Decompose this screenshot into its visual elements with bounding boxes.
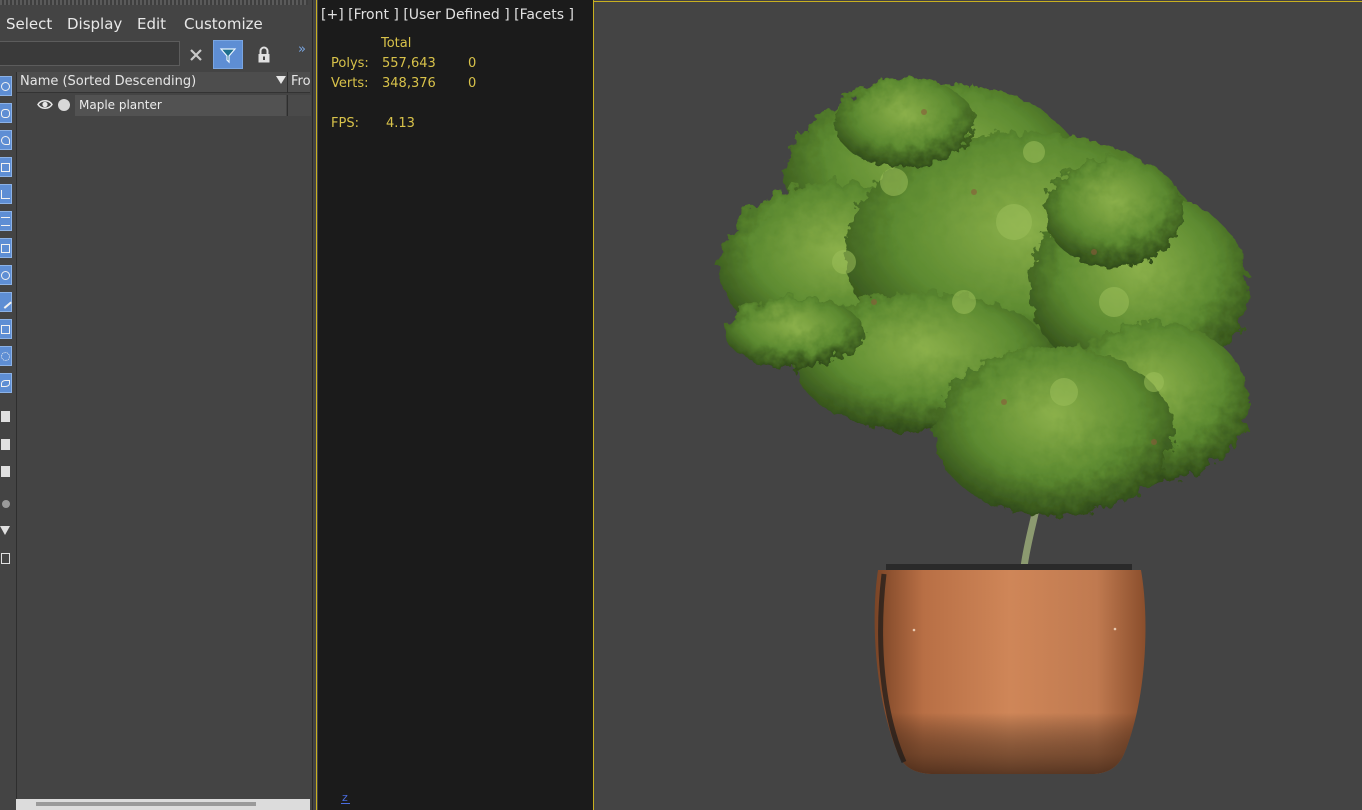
viewport-label-menu[interactable]: [+] [Front ] [User Defined ] [Facets ] [321,7,574,23]
filter-icon [0,525,10,535]
bone-filter-button[interactable] [0,292,12,312]
xref-icon [1,270,10,280]
eye-icon[interactable] [37,98,53,111]
display-all-icon [1,410,10,422]
stats-polys-selected: 0 [468,56,477,71]
column-header-frozen[interactable]: Fro: [291,74,310,89]
list-header: Name (Sorted Descending) Fro: [17,72,310,93]
filter-toggle-button[interactable] [213,40,243,69]
maple-planter-model[interactable] [594,2,1362,810]
scene-list: Name (Sorted Descending) Fro: Maple plan… [16,72,311,800]
hidden-icon [1,379,10,387]
frozen-icon [1,351,10,361]
panel-grip[interactable] [0,0,308,5]
xref-filter-button[interactable] [0,265,12,285]
scene-explorer: Select Display Edit Customize » Name (So… [0,0,313,810]
bone-icon [0,295,12,309]
stats-verts-total: 348,376 [382,76,436,91]
lock-icon [258,46,270,62]
filter-toolbar [0,72,14,592]
stats-polys-label: Polys: [331,56,369,71]
expand-toolbar-button[interactable]: » [292,35,312,64]
helper-icon [1,189,10,199]
frozen-cell[interactable] [287,95,311,116]
stats-panel [318,0,594,810]
column-divider[interactable] [287,72,288,93]
invert-display-icon [1,465,10,477]
spacewarp-icon [1,216,10,226]
renderable-toggle-icon[interactable] [58,99,70,111]
explorer-menubar: Select Display Edit Customize [0,12,312,38]
light-icon [1,135,10,145]
axis-tripod-icon [341,803,350,804]
camera-filter-button[interactable] [0,157,12,177]
group-filter-button[interactable] [0,238,12,258]
container-icon [1,324,10,334]
stats-fps-label: FPS: [331,116,359,131]
search-input[interactable] [0,41,180,66]
shape-filter-button[interactable] [0,103,12,123]
stats-polys-total: 557,643 [382,56,436,71]
scrollbar-thumb[interactable] [36,802,256,806]
menu-customize[interactable]: Customize [184,15,263,33]
menu-display[interactable]: Display [67,15,122,33]
group-icon [1,243,10,253]
stats-verts-selected: 0 [468,76,477,91]
hidden-filter-button[interactable] [0,373,12,393]
menu-edit[interactable]: Edit [137,15,166,33]
menu-select[interactable]: Select [6,15,52,33]
filter-icon [219,47,237,63]
horizontal-scrollbar[interactable] [16,799,310,810]
frozen-filter-button[interactable] [0,346,12,366]
object-name[interactable]: Maple planter [79,98,162,112]
settings-button[interactable] [0,494,12,514]
foliage [719,77,1249,517]
stats-header-total: Total [381,36,412,51]
layer-explorer-button[interactable] [0,548,12,568]
stats-verts-label: Verts: [331,76,369,91]
container-filter-button[interactable] [0,319,12,339]
planter-pot [874,564,1146,774]
geometry-filter-button[interactable] [0,76,12,96]
camera-icon [1,162,10,172]
display-none-button[interactable] [0,434,12,454]
layer-icon [1,552,10,564]
clear-search-button[interactable] [181,40,211,69]
shape-icon [1,108,10,118]
spacewarp-filter-button[interactable] [0,211,12,231]
active-viewport-border [316,0,317,810]
display-all-button[interactable] [0,406,12,426]
geometry-icon [1,81,10,91]
close-icon [190,48,202,61]
invert-display-button[interactable] [0,461,12,481]
settings-icon [2,500,10,508]
filter-preset-button[interactable] [0,520,12,540]
column-header-name[interactable]: Name (Sorted Descending) [20,74,196,89]
helper-filter-button[interactable] [0,184,12,204]
double-chevron-icon: » [298,42,306,57]
display-none-icon [1,438,10,450]
light-filter-button[interactable] [0,130,12,150]
list-item[interactable]: Maple planter [17,94,311,116]
stats-fps-value: 4.13 [386,116,415,131]
sort-descending-icon[interactable] [276,76,286,84]
lock-toggle-button[interactable] [249,40,279,69]
